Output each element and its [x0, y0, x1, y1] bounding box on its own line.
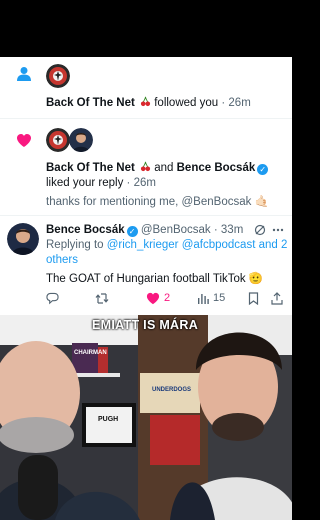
book-title: UNDERDOGS	[152, 387, 192, 393]
avatar[interactable]	[69, 128, 93, 152]
verified-badge-icon: ✓	[126, 226, 138, 237]
replying-prefix: Replying to	[46, 239, 104, 251]
action-text: followed you	[154, 97, 219, 109]
share-icon	[271, 291, 283, 305]
action-text: liked your reply	[46, 177, 124, 189]
retweet-button[interactable]	[95, 289, 109, 307]
user-name[interactable]: Back Of The Net	[46, 97, 135, 109]
tweet-text: The GOAT of Hungarian football TikTok 🫡	[46, 273, 264, 285]
liked-reply-text: thanks for mentioning me, @BenBocsak 🤙🏻	[46, 196, 269, 208]
replying-to-links[interactable]: @rich_krieger @afcbpodcast and 2	[107, 239, 288, 251]
reply-button[interactable]	[46, 289, 59, 307]
view-count: 15	[213, 292, 226, 304]
replying-to-others-link[interactable]: others	[46, 253, 78, 268]
cherry-icon	[140, 96, 151, 107]
retweet-icon	[95, 292, 109, 304]
views-icon	[198, 294, 209, 304]
like-title: Back Of The Net and Bence Bocsák ✓	[46, 161, 269, 176]
reply-icon	[46, 292, 59, 304]
views-button[interactable]: 15	[197, 289, 225, 307]
like-count: 2	[164, 292, 171, 304]
user-name[interactable]: Back Of The Net	[46, 162, 135, 174]
connector-text: and	[154, 162, 174, 174]
video-player[interactable]: CHAIRMAN PUGH UNDERDOGS	[0, 315, 292, 520]
like-subtitle: liked your reply · 26m	[46, 176, 156, 191]
tweet-header: Bence Bocsák ✓ @BenBocsak · 33m	[46, 223, 243, 238]
book-title: PUGH	[98, 416, 119, 423]
share-button[interactable]	[271, 289, 283, 307]
verified-badge-icon: ✓	[257, 164, 269, 175]
heart-icon	[17, 134, 31, 147]
video-caption: EMIATT IS MÁRA	[92, 318, 199, 332]
bookmark-button[interactable]	[248, 289, 259, 307]
grok-icon[interactable]	[254, 224, 266, 236]
user-name[interactable]: Bence Bocsák	[177, 162, 256, 174]
avatar[interactable]	[46, 128, 70, 152]
tweet-author-name[interactable]: Bence Bocsák	[46, 224, 125, 236]
cherry-icon	[140, 161, 151, 172]
heart-icon	[146, 292, 160, 304]
timestamp: · 26m	[221, 97, 251, 109]
person-icon	[17, 67, 31, 81]
timestamp: · 26m	[126, 177, 156, 189]
avatar[interactable]	[7, 223, 39, 255]
book-title: CHAIRMAN	[74, 350, 107, 356]
tweet-handle[interactable]: @BenBocsak	[141, 224, 211, 236]
video-frame	[0, 315, 292, 520]
follow-text: Back Of The Net followed you · 26m	[46, 96, 251, 111]
replying-to: Replying to @rich_krieger @afcbpodcast a…	[46, 238, 287, 253]
divider	[0, 215, 292, 216]
divider	[0, 118, 292, 119]
like-button[interactable]: 2	[146, 289, 170, 307]
bookmark-icon	[248, 291, 259, 305]
status-bar-area	[0, 0, 292, 57]
timestamp: · 33m	[213, 224, 244, 236]
notifications-feed: Back Of The Net followed you · 26m Back …	[0, 57, 292, 315]
more-options-icon[interactable]	[272, 227, 284, 233]
avatar[interactable]	[46, 64, 70, 88]
